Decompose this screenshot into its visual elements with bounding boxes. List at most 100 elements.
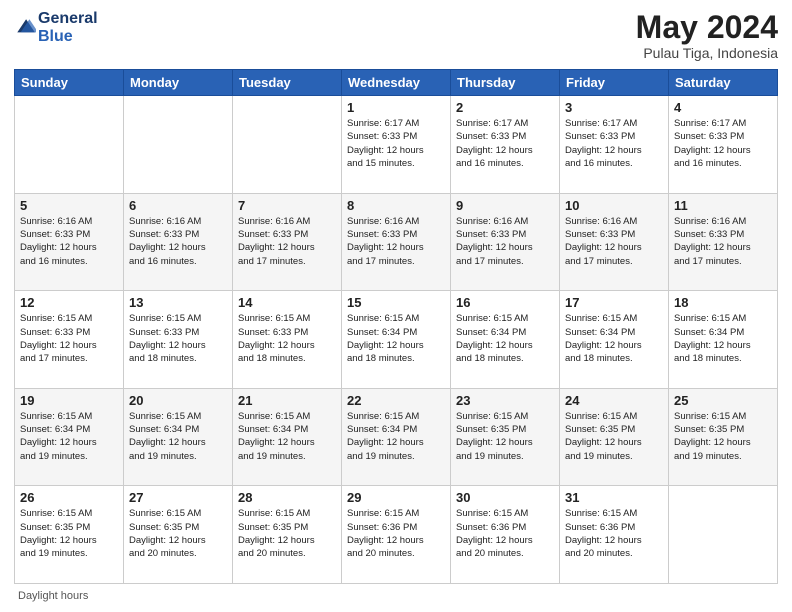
weekday-header: Tuesday [233, 70, 342, 96]
day-number: 2 [456, 100, 554, 115]
day-number: 31 [565, 490, 663, 505]
day-info: Sunrise: 6:15 AM Sunset: 6:34 PM Dayligh… [129, 410, 227, 463]
day-number: 23 [456, 393, 554, 408]
day-info: Sunrise: 6:15 AM Sunset: 6:34 PM Dayligh… [238, 410, 336, 463]
day-info: Sunrise: 6:17 AM Sunset: 6:33 PM Dayligh… [456, 117, 554, 170]
calendar-cell: 14 Sunrise: 6:15 AM Sunset: 6:33 PM Dayli… [233, 291, 342, 389]
day-number: 15 [347, 295, 445, 310]
day-number: 26 [20, 490, 118, 505]
calendar-cell: 17 Sunrise: 6:15 AM Sunset: 6:34 PM Dayli… [560, 291, 669, 389]
day-number: 21 [238, 393, 336, 408]
calendar-cell: 27Sunrise: 6:15 AM Sunset: 6:35 PM Dayli… [124, 486, 233, 584]
day-info: Sunrise: 6:15 AM Sunset: 6:34 PM Dayligh… [565, 312, 663, 365]
location-subtitle: Pulau Tiga, Indonesia [636, 45, 778, 61]
logo-text-blue: Blue [38, 28, 98, 46]
day-number: 13 [129, 295, 227, 310]
day-info: Sunrise: 6:15 AM Sunset: 6:33 PM Dayligh… [238, 312, 336, 365]
day-info: Sunrise: 6:15 AM Sunset: 6:33 PM Dayligh… [20, 312, 118, 365]
calendar-cell: 22 Sunrise: 6:15 AM Sunset: 6:34 PM Dayli… [342, 388, 451, 486]
day-info: Sunrise: 6:17 AM Sunset: 6:33 PM Dayligh… [565, 117, 663, 170]
calendar-header-row: SundayMondayTuesdayWednesdayThursdayFrid… [15, 70, 778, 96]
day-info: Sunrise: 6:15 AM Sunset: 6:34 PM Dayligh… [674, 312, 772, 365]
calendar-cell: 16 Sunrise: 6:15 AM Sunset: 6:34 PM Dayli… [451, 291, 560, 389]
day-number: 24 [565, 393, 663, 408]
calendar-cell: 12Sunrise: 6:15 AM Sunset: 6:33 PM Dayli… [15, 291, 124, 389]
day-number: 7 [238, 198, 336, 213]
day-number: 3 [565, 100, 663, 115]
day-info: Sunrise: 6:16 AM Sunset: 6:33 PM Dayligh… [238, 215, 336, 268]
day-number: 16 [456, 295, 554, 310]
calendar-cell: 20 Sunrise: 6:15 AM Sunset: 6:34 PM Dayli… [124, 388, 233, 486]
day-number: 1 [347, 100, 445, 115]
weekday-header: Monday [124, 70, 233, 96]
day-info: Sunrise: 6:16 AM Sunset: 6:33 PM Dayligh… [565, 215, 663, 268]
calendar-cell [124, 96, 233, 194]
calendar-cell: 4 Sunrise: 6:17 AM Sunset: 6:33 PM Daylig… [669, 96, 778, 194]
calendar-cell: 19 Sunrise: 6:15 AM Sunset: 6:34 PM Dayli… [15, 388, 124, 486]
footer-label: Daylight hours [18, 590, 88, 602]
day-info: Sunrise: 6:15 AM Sunset: 6:33 PM Dayligh… [129, 312, 227, 365]
day-number: 17 [565, 295, 663, 310]
calendar-week-row: 12Sunrise: 6:15 AM Sunset: 6:33 PM Dayli… [15, 291, 778, 389]
calendar-cell: 31 Sunrise: 6:15 AM Sunset: 6:36 PM Dayli… [560, 486, 669, 584]
logo: General Blue [14, 10, 98, 45]
day-number: 19 [20, 393, 118, 408]
calendar-cell: 7 Sunrise: 6:16 AM Sunset: 6:33 PM Daylig… [233, 193, 342, 291]
day-info: Sunrise: 6:16 AM Sunset: 6:33 PM Dayligh… [20, 215, 118, 268]
calendar-cell: 9 Sunrise: 6:16 AM Sunset: 6:33 PM Daylig… [451, 193, 560, 291]
calendar-cell: 13 Sunrise: 6:15 AM Sunset: 6:33 PM Dayli… [124, 291, 233, 389]
calendar-cell: 24 Sunrise: 6:15 AM Sunset: 6:35 PM Dayli… [560, 388, 669, 486]
calendar-week-row: 5 Sunrise: 6:16 AM Sunset: 6:33 PM Daylig… [15, 193, 778, 291]
calendar-table: SundayMondayTuesdayWednesdayThursdayFrid… [14, 69, 778, 584]
day-info: Sunrise: 6:15 AM Sunset: 6:35 PM Dayligh… [674, 410, 772, 463]
day-info: Sunrise: 6:15 AM Sunset: 6:36 PM Dayligh… [347, 507, 445, 560]
day-number: 4 [674, 100, 772, 115]
day-info: Sunrise: 6:16 AM Sunset: 6:33 PM Dayligh… [129, 215, 227, 268]
calendar-cell: 1Sunrise: 6:17 AM Sunset: 6:33 PM Daylig… [342, 96, 451, 194]
day-number: 9 [456, 198, 554, 213]
footer: Daylight hours [14, 590, 778, 602]
calendar-cell: 21 Sunrise: 6:15 AM Sunset: 6:34 PM Dayli… [233, 388, 342, 486]
day-info: Sunrise: 6:15 AM Sunset: 6:34 PM Dayligh… [456, 312, 554, 365]
day-info: Sunrise: 6:17 AM Sunset: 6:33 PM Dayligh… [674, 117, 772, 170]
calendar-cell: 26 Sunrise: 6:15 AM Sunset: 6:35 PM Dayli… [15, 486, 124, 584]
day-info: Sunrise: 6:15 AM Sunset: 6:35 PM Dayligh… [565, 410, 663, 463]
day-number: 22 [347, 393, 445, 408]
calendar-cell: 6 Sunrise: 6:16 AM Sunset: 6:33 PM Daylig… [124, 193, 233, 291]
calendar-cell [15, 96, 124, 194]
month-title: May 2024 [636, 10, 778, 45]
day-info: Sunrise: 6:15 AM Sunset: 6:35 PM Dayligh… [129, 507, 227, 560]
day-number: 11 [674, 198, 772, 213]
calendar-cell: 2 Sunrise: 6:17 AM Sunset: 6:33 PM Daylig… [451, 96, 560, 194]
weekday-header: Wednesday [342, 70, 451, 96]
day-info: Sunrise: 6:15 AM Sunset: 6:36 PM Dayligh… [456, 507, 554, 560]
day-number: 29 [347, 490, 445, 505]
day-number: 5 [20, 198, 118, 213]
logo-icon [14, 17, 36, 39]
day-number: 6 [129, 198, 227, 213]
calendar-cell [233, 96, 342, 194]
header: General Blue May 2024 Pulau Tiga, Indone… [14, 10, 778, 61]
day-number: 14 [238, 295, 336, 310]
weekday-header: Sunday [15, 70, 124, 96]
day-number: 28 [238, 490, 336, 505]
calendar-cell: 11Sunrise: 6:16 AM Sunset: 6:33 PM Dayli… [669, 193, 778, 291]
calendar-cell: 15Sunrise: 6:15 AM Sunset: 6:34 PM Dayli… [342, 291, 451, 389]
calendar-cell: 3 Sunrise: 6:17 AM Sunset: 6:33 PM Daylig… [560, 96, 669, 194]
calendar-week-row: 19 Sunrise: 6:15 AM Sunset: 6:34 PM Dayli… [15, 388, 778, 486]
day-info: Sunrise: 6:15 AM Sunset: 6:36 PM Dayligh… [565, 507, 663, 560]
weekday-header: Thursday [451, 70, 560, 96]
day-info: Sunrise: 6:15 AM Sunset: 6:35 PM Dayligh… [20, 507, 118, 560]
page: General Blue May 2024 Pulau Tiga, Indone… [0, 0, 792, 612]
day-number: 30 [456, 490, 554, 505]
day-number: 20 [129, 393, 227, 408]
day-number: 25 [674, 393, 772, 408]
calendar-week-row: 1 Sunrise: 6:17 AM Sunset: 6:33 PM Daylig… [15, 96, 778, 194]
calendar-cell: 5 Sunrise: 6:16 AM Sunset: 6:33 PM Daylig… [15, 193, 124, 291]
calendar-week-row: 26 Sunrise: 6:15 AM Sunset: 6:35 PM Dayli… [15, 486, 778, 584]
day-number: 8 [347, 198, 445, 213]
day-info: Sunrise: 6:15 AM Sunset: 6:34 PM Dayligh… [20, 410, 118, 463]
day-info: Sunrise: 6:16 AM Sunset: 6:33 PM Dayligh… [456, 215, 554, 268]
day-info: Sunrise: 6:15 AM Sunset: 6:34 PM Dayligh… [347, 410, 445, 463]
day-info: Sunrise: 6:15 AM Sunset: 6:35 PM Dayligh… [456, 410, 554, 463]
